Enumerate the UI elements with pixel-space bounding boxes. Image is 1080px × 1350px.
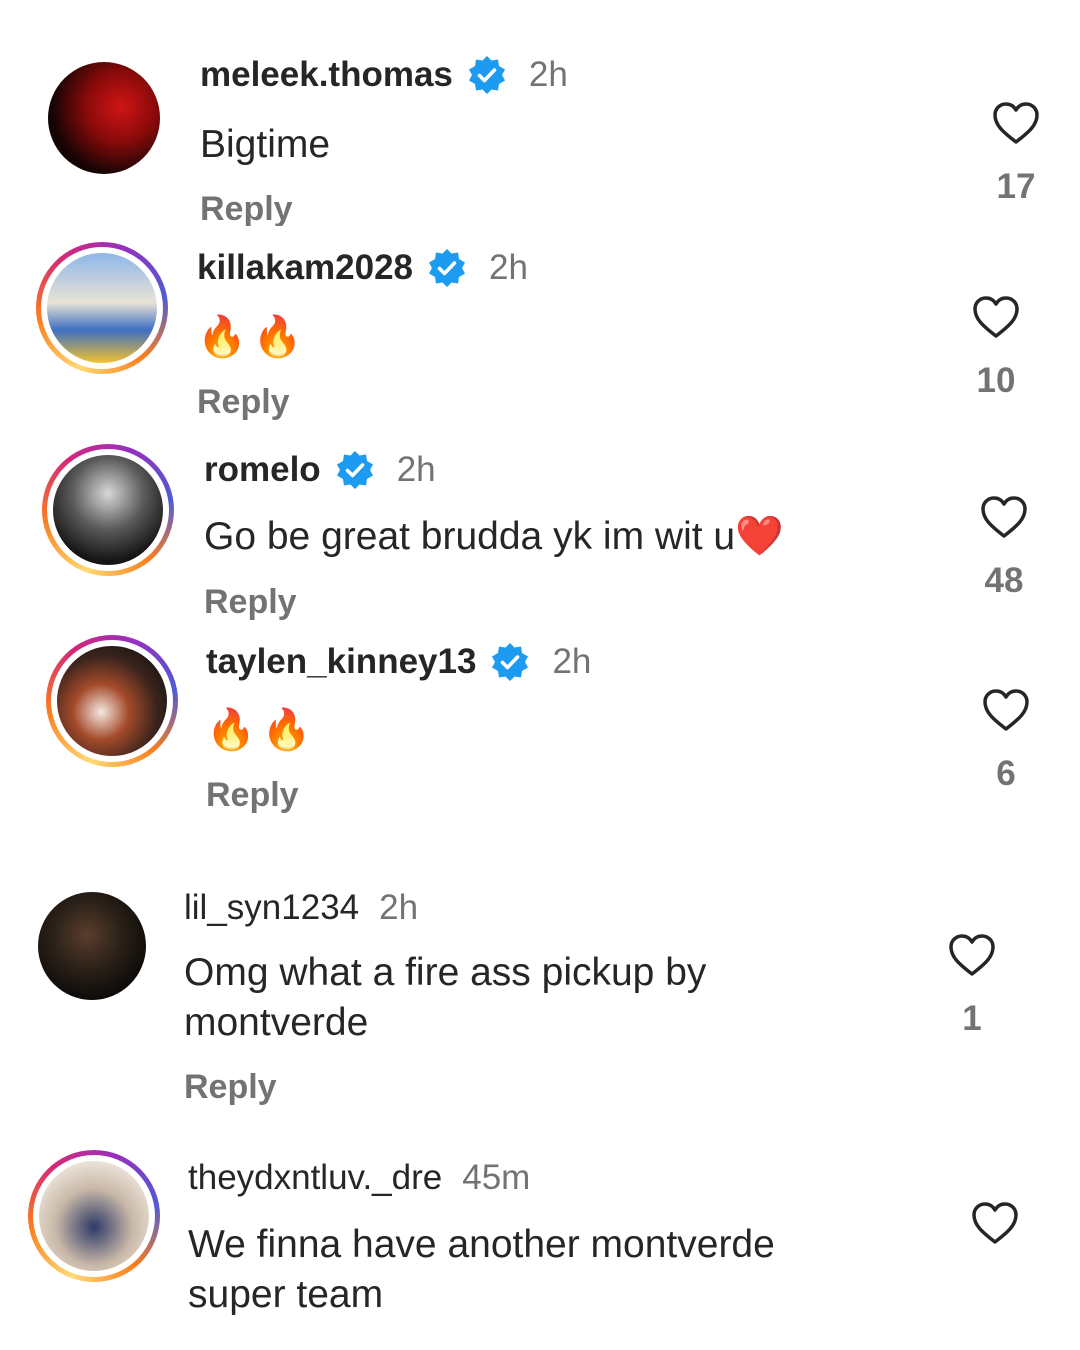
username[interactable]: meleek.thomas	[200, 55, 453, 95]
reply-button[interactable]: Reply	[204, 583, 297, 622]
comment-text: Go be great brudda yk im wit u❤️	[204, 512, 784, 562]
comment-item: romelo 2h Go be great brudda yk im wit u…	[0, 430, 1080, 630]
like-count: 10	[976, 361, 1016, 400]
heart-outline-icon	[949, 934, 995, 976]
comment-time: 2h	[379, 888, 419, 927]
like-count: 6	[996, 754, 1016, 793]
avatar[interactable]	[38, 892, 146, 1000]
heart-outline-icon	[993, 102, 1039, 144]
comment-time: 2h	[552, 642, 592, 681]
like-count: 17	[996, 167, 1036, 206]
avatar[interactable]	[28, 1150, 160, 1282]
like-button[interactable]: 6	[961, 687, 1051, 794]
heart-outline-icon	[972, 1202, 1018, 1244]
verified-badge-icon	[336, 451, 373, 489]
comment-item: killakam2028 2h 🔥🔥 Reply 10	[0, 230, 1080, 430]
comment-time: 45m	[462, 1158, 531, 1197]
like-button[interactable]: 1	[927, 932, 1017, 1039]
comment-text: Omg what a fire ass pickup by montverde	[184, 951, 707, 1044]
like-count: 1	[962, 999, 982, 1038]
comment-text: 🔥🔥	[197, 315, 309, 359]
comment-text: 🔥🔥	[206, 708, 318, 752]
like-count: 48	[984, 561, 1024, 600]
comment-time: 2h	[528, 55, 568, 94]
avatar[interactable]	[36, 242, 168, 374]
avatar[interactable]	[46, 635, 178, 767]
reply-button[interactable]: Reply	[184, 1068, 277, 1107]
comment-text: Bigtime	[200, 123, 331, 166]
comment-item: taylen_kinney13 2h 🔥🔥 Reply 6	[0, 630, 1080, 850]
verified-badge-icon	[468, 56, 505, 94]
comment-text-body: Go be great brudda yk im wit u	[204, 515, 736, 558]
username[interactable]: romelo	[204, 450, 321, 490]
like-button[interactable]	[950, 1200, 1040, 1251]
username[interactable]: lil_syn1234	[184, 888, 359, 928]
comment-time: 2h	[489, 248, 528, 287]
verified-badge-icon	[492, 643, 529, 681]
like-button[interactable]: 17	[971, 100, 1061, 207]
red-heart-emoji: ❤️	[735, 515, 784, 558]
avatar[interactable]	[48, 62, 160, 174]
like-button[interactable]: 48	[959, 494, 1049, 601]
reply-button[interactable]: Reply	[200, 190, 293, 226]
heart-outline-icon	[983, 689, 1029, 731]
comment-item: meleek.thomas 2h Bigtime Reply 17	[0, 0, 1080, 230]
reply-button[interactable]: Reply	[206, 776, 299, 815]
username[interactable]: theydxntluv._dre	[188, 1158, 442, 1198]
comment-text: We finna have another montverde super te…	[188, 1223, 775, 1316]
comment-item: lil_syn1234 2h Omg what a fire ass picku…	[0, 870, 1080, 1130]
verified-badge-icon	[429, 249, 466, 287]
heart-outline-icon	[973, 296, 1019, 338]
like-button[interactable]: 10	[951, 294, 1041, 401]
username[interactable]: killakam2028	[197, 248, 413, 288]
heart-outline-icon	[981, 496, 1027, 538]
reply-button[interactable]: Reply	[197, 383, 290, 422]
username[interactable]: taylen_kinney13	[206, 642, 476, 682]
avatar[interactable]	[42, 444, 174, 576]
comment-time: 2h	[396, 450, 436, 489]
comment-item: theydxntluv._dre 45m We finna have anoth…	[0, 1140, 1080, 1350]
